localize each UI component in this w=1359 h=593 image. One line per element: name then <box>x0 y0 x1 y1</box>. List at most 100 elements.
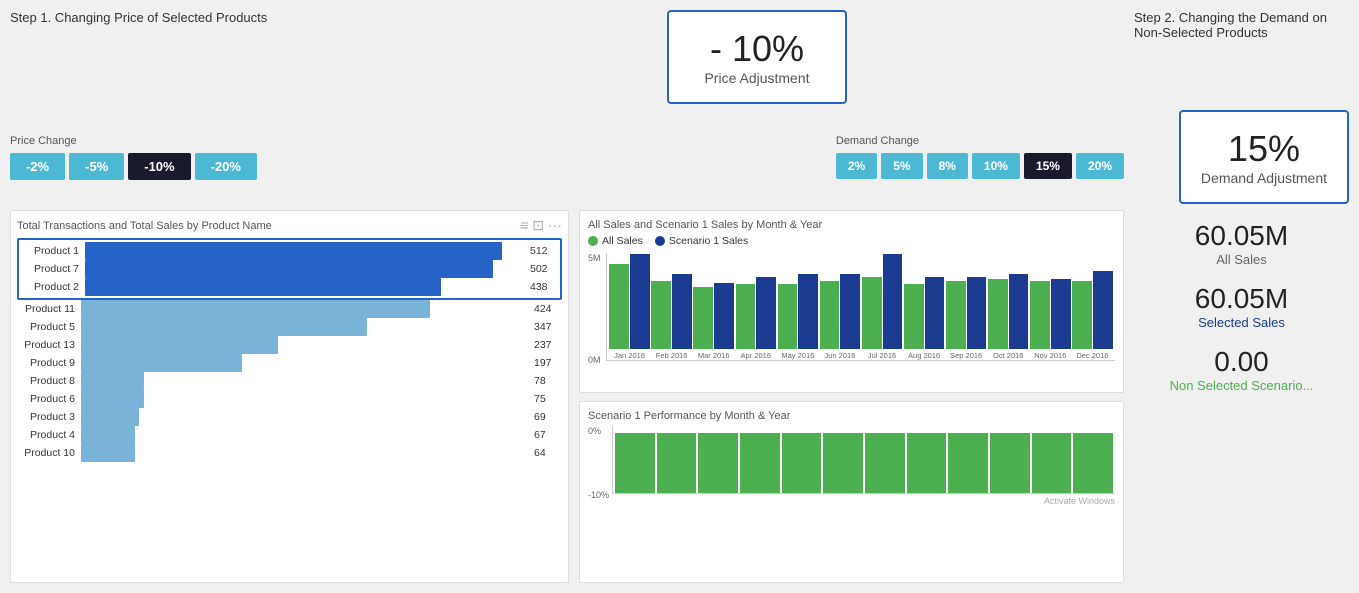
bar-value: 502 <box>530 263 558 275</box>
price-btn-minus5[interactable]: -5% <box>69 153 124 180</box>
product-label: Product 7 <box>21 263 79 275</box>
month-label: Sep 2016 <box>950 351 982 360</box>
non-selected-label: Non Selected Scenario... <box>1134 378 1349 393</box>
bar-track <box>81 300 528 318</box>
scenario-bar <box>865 433 905 493</box>
bar-value: 78 <box>534 375 562 387</box>
month-label: Apr 2016 <box>741 351 771 360</box>
month-bars <box>946 277 987 349</box>
bar-chart-header: Total Transactions and Total Sales by Pr… <box>17 217 562 234</box>
product-label: Product 11 <box>17 303 75 315</box>
bar-fill <box>81 372 144 390</box>
grouped-bar-chart: 5M 0M Jan 2016 <box>588 253 1115 383</box>
price-btn-minus10[interactable]: -10% <box>128 153 190 180</box>
stats-panel: 60.05M All Sales 60.05M Selected Sales 0… <box>1134 210 1349 583</box>
bar-fill <box>81 318 367 336</box>
month-group: Jul 2016 <box>861 254 902 360</box>
scenario-bar <box>1032 433 1072 493</box>
bar-value: 237 <box>534 339 562 351</box>
month-group: Feb 2016 <box>651 274 692 360</box>
table-row: Product 5 347 <box>17 318 562 336</box>
table-row: Product 1 512 <box>21 242 558 260</box>
month-label: Jun 2016 <box>824 351 855 360</box>
bar-track <box>81 318 528 336</box>
bar-blue <box>630 254 650 349</box>
chart-icons: ≡ ⊡ ··· <box>520 217 562 234</box>
bar-fill <box>81 408 139 426</box>
bar-green <box>946 281 966 349</box>
month-group: Jan 2016 <box>609 254 650 360</box>
demand-btn-8[interactable]: 8% <box>927 153 968 179</box>
bar-track <box>81 336 528 354</box>
bar-blue <box>840 274 860 349</box>
month-group: Nov 2016 <box>1030 279 1071 360</box>
price-adjustment-box: - 10% Price Adjustment <box>667 10 847 104</box>
demand-btn-15[interactable]: 15% <box>1024 153 1072 179</box>
month-bars <box>861 254 902 349</box>
non-selected-scenario-stat: 0.00 Non Selected Scenario... <box>1134 346 1349 393</box>
product-label: Product 5 <box>17 321 75 333</box>
price-btn-minus20[interactable]: -20% <box>195 153 257 180</box>
bar-blue <box>925 277 945 349</box>
bar-fill <box>81 336 278 354</box>
demand-adjustment-label: Demand Adjustment <box>1201 170 1327 186</box>
scenario-bar <box>1073 433 1113 493</box>
bar-green <box>1072 281 1092 349</box>
bar-blue <box>714 283 734 349</box>
demand-btn-5[interactable]: 5% <box>881 153 922 179</box>
month-group: Dec 2016 <box>1072 271 1113 360</box>
bar-fill <box>81 390 144 408</box>
bar-green <box>778 284 798 349</box>
bar-value: 64 <box>534 447 562 459</box>
bars-container: Jan 2016 Feb 2016 <box>606 253 1115 361</box>
all-sales-value: 60.05M <box>1134 220 1349 252</box>
bar-green <box>693 287 713 349</box>
chart-legend: All Sales Scenario 1 Sales <box>588 235 1115 247</box>
month-group: Oct 2016 <box>988 274 1029 360</box>
scenario-bar <box>907 433 947 493</box>
product-label: Product 10 <box>17 447 75 459</box>
month-bars <box>1072 271 1113 349</box>
bar-green <box>736 284 756 349</box>
month-label: Jan 2016 <box>614 351 645 360</box>
bar-blue <box>1093 271 1113 349</box>
selected-products-group: Product 1 512 Product 7 502 <box>17 238 562 300</box>
legend-label-scenario1: Scenario 1 Sales <box>669 235 748 247</box>
month-label: Jul 2016 <box>868 351 896 360</box>
bar-value: 438 <box>530 281 558 293</box>
bar-track <box>81 390 528 408</box>
scenario-chart-title: Scenario 1 Performance by Month & Year <box>588 410 1115 422</box>
demand-btn-10[interactable]: 10% <box>972 153 1020 179</box>
month-label: Dec 2016 <box>1076 351 1108 360</box>
table-row: Product 11 424 <box>17 300 562 318</box>
price-btn-group: -2% -5% -10% -20% <box>10 153 380 180</box>
demand-btn-20[interactable]: 20% <box>1076 153 1124 179</box>
selected-sales-stat: 60.05M Selected Sales <box>1134 283 1349 330</box>
bar-track <box>81 372 528 390</box>
demand-btn-group: 2% 5% 8% 10% 15% 20% <box>836 153 1124 179</box>
month-bars <box>819 274 860 349</box>
bar-fill <box>81 300 430 318</box>
y-label-5m: 5M <box>588 253 601 263</box>
product-label: Product 9 <box>17 357 75 369</box>
demand-btn-2[interactable]: 2% <box>836 153 877 179</box>
bar-green <box>820 281 840 349</box>
demand-change-section: Demand Change 2% 5% 8% 10% 15% 20% <box>836 135 1124 179</box>
price-adjustment-label: Price Adjustment <box>699 70 815 86</box>
bar-fill <box>85 260 493 278</box>
bar-blue <box>883 254 903 349</box>
table-row: Product 13 237 <box>17 336 562 354</box>
product-label: Product 3 <box>17 411 75 423</box>
bar-blue <box>798 274 818 349</box>
y-label-minus10pct: -10% <box>588 490 609 500</box>
bar-value: 197 <box>534 357 562 369</box>
non-selected-value: 0.00 <box>1134 346 1349 378</box>
bar-value: 347 <box>534 321 562 333</box>
bar-green <box>1030 281 1050 349</box>
price-btn-minus2[interactable]: -2% <box>10 153 65 180</box>
product-label: Product 8 <box>17 375 75 387</box>
legend-all-sales: All Sales <box>588 235 643 247</box>
scenario-bar <box>615 433 655 493</box>
legend-label-all-sales: All Sales <box>602 235 643 247</box>
bar-fill <box>85 242 502 260</box>
